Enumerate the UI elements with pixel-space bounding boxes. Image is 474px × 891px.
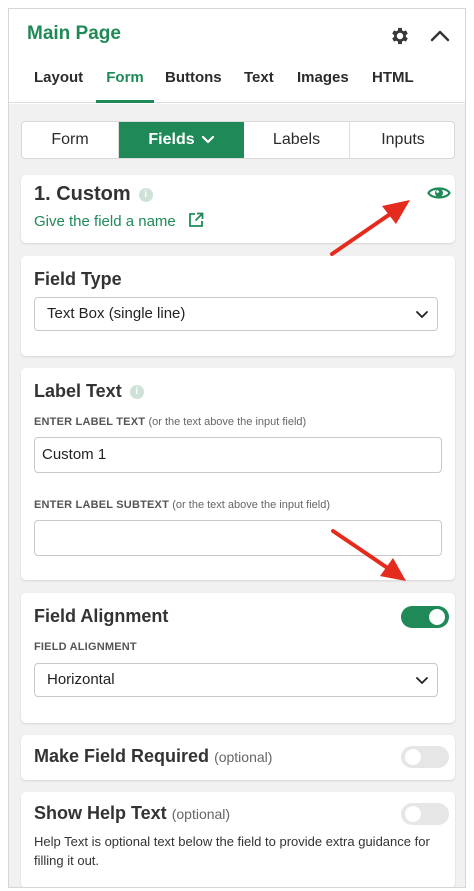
segment-fields-label: Fields: [148, 131, 195, 148]
gear-icon[interactable]: [389, 25, 411, 47]
required-title: Make Field Required (optional): [34, 746, 272, 767]
field-title: 1. Custom i: [34, 183, 153, 206]
label-text-input[interactable]: Custom 1: [34, 437, 442, 473]
segment-inputs[interactable]: Inputs: [350, 122, 454, 158]
info-icon[interactable]: i: [129, 385, 144, 400]
external-link-icon: [189, 212, 204, 227]
field-alignment-card: Field Alignment FIELD ALIGNMENT Horizont…: [21, 593, 455, 723]
segment-labels-label: Labels: [272, 131, 321, 148]
required-card: Make Field Required (optional): [21, 735, 455, 780]
required-title-text: Make Field Required: [34, 746, 210, 766]
help-text-description: Help Text is optional text below the fie…: [34, 834, 430, 868]
toggle-knob: [405, 806, 421, 822]
field-type-select[interactable]: Text Box (single line): [34, 297, 438, 331]
field-alignment-value: Horizontal: [47, 671, 115, 688]
required-toggle[interactable]: [401, 746, 449, 768]
field-type-title: Field Type: [34, 269, 122, 289]
segment-form[interactable]: Form: [22, 122, 119, 158]
segmented-control: Form Fields Labels Inputs: [21, 121, 455, 159]
segment-inputs-label: Inputs: [381, 131, 425, 148]
required-optional: (optional): [214, 749, 273, 765]
rename-field-link[interactable]: Give the field a name: [34, 212, 204, 230]
eye-icon[interactable]: [427, 181, 451, 205]
label-text-title-text: Label Text: [34, 381, 122, 401]
field-type-card: Field Type Text Box (single line): [21, 256, 455, 356]
label-subtext-input[interactable]: [34, 520, 442, 556]
field-alignment-select[interactable]: Horizontal: [34, 663, 438, 697]
help-text-title: Show Help Text (optional): [34, 803, 230, 824]
tab-layout[interactable]: Layout: [34, 65, 83, 103]
info-icon[interactable]: i: [138, 187, 153, 202]
main-tabs: Layout Form Buttons Text Images HTML: [9, 65, 465, 103]
tab-text[interactable]: Text: [244, 65, 274, 103]
field-alignment-caption: FIELD ALIGNMENT: [34, 641, 137, 653]
toggle-knob: [429, 609, 445, 625]
field-type-value: Text Box (single line): [47, 305, 186, 322]
help-text-optional: (optional): [171, 806, 231, 822]
help-text-toggle[interactable]: [401, 803, 449, 825]
main-page-panel: Main Page Layout Form Buttons Text Image…: [8, 8, 466, 888]
tab-html[interactable]: HTML: [372, 65, 414, 103]
label-subtext-caption-text: ENTER LABEL SUBTEXT: [34, 499, 169, 511]
panel-header: Main Page Layout Form Buttons Text Image…: [9, 9, 465, 103]
help-text-title-text: Show Help Text: [34, 803, 167, 823]
chevron-down-icon: [201, 135, 214, 143]
field-title-text: 1. Custom: [34, 183, 131, 205]
label-text-caption-text: ENTER LABEL TEXT: [34, 416, 146, 428]
collapse-chevron-icon[interactable]: [429, 26, 451, 46]
field-alignment-title: Field Alignment: [34, 606, 169, 626]
tab-buttons[interactable]: Buttons: [165, 65, 222, 103]
tab-images[interactable]: Images: [297, 65, 349, 103]
label-text-card: Label Text i ENTER LABEL TEXT (or the tex…: [21, 368, 455, 580]
chevron-down-icon: [416, 311, 428, 318]
chevron-down-icon: [416, 677, 428, 684]
rename-field-link-text: Give the field a name: [34, 213, 176, 230]
segment-fields[interactable]: Fields: [119, 122, 244, 158]
panel-title: Main Page: [27, 23, 121, 44]
tab-form[interactable]: Form: [96, 65, 154, 103]
help-text-card: Show Help Text (optional) Help Text is o…: [21, 792, 455, 887]
toggle-knob: [405, 749, 421, 765]
label-text-caption-hint: (or the text above the input field): [148, 416, 307, 428]
label-subtext-caption-hint: (or the text above the input field): [172, 499, 331, 511]
label-text-title: Label Text i: [34, 381, 144, 402]
panel-body: Form Fields Labels Inputs 1. Custom i Giv…: [9, 104, 465, 887]
field-name-card: 1. Custom i Give the field a name: [21, 175, 455, 243]
segment-form-label: Form: [51, 131, 89, 148]
segment-labels[interactable]: Labels: [244, 122, 350, 158]
field-alignment-toggle[interactable]: [401, 606, 449, 628]
label-subtext-caption: ENTER LABEL SUBTEXT (or the text above t…: [34, 499, 330, 511]
label-text-caption: ENTER LABEL TEXT (or the text above the …: [34, 416, 306, 428]
